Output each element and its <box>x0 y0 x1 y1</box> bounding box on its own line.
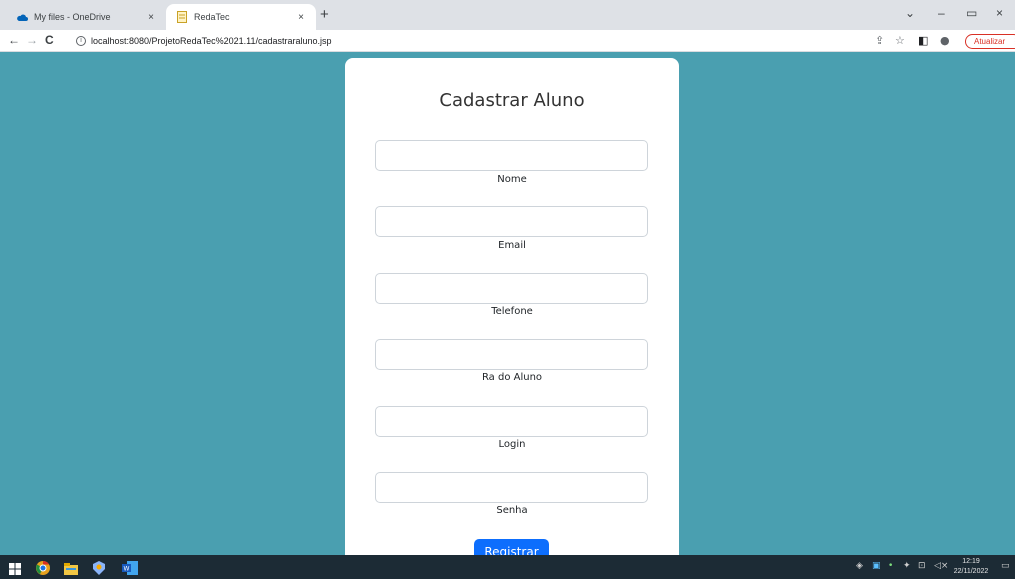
telefone-input[interactable] <box>375 273 648 304</box>
windows-start-icon[interactable] <box>9 560 23 575</box>
email-input[interactable] <box>375 206 648 237</box>
hidden-icons-icon[interactable]: • <box>888 561 893 571</box>
tab-redatec[interactable]: RedaTec × <box>166 4 316 30</box>
tab-close-icon[interactable]: × <box>294 12 308 23</box>
page-favicon-icon <box>176 11 188 23</box>
screen: My files - OneDrive × RedaTec × + ⌄ – ▭ … <box>0 0 1015 579</box>
forward-button[interactable]: → <box>26 33 38 47</box>
svg-text:W: W <box>124 566 130 573</box>
windows-taskbar: W ◈ ▣ • ✦ ⊡ ◁× 12:19 22/11/2022 ▭ <box>0 555 1015 579</box>
tab-search-icon[interactable]: ⌄ <box>905 6 915 20</box>
close-window-button[interactable]: × <box>996 6 1003 20</box>
update-label: Atualizar <box>974 37 1006 46</box>
new-tab-button[interactable]: + <box>320 6 329 23</box>
share-icon[interactable]: ⇪ <box>875 34 884 47</box>
network-tray-icon[interactable]: ✦ <box>903 561 911 571</box>
more-menu-icon: ⋮ <box>1011 37 1015 46</box>
app-tray-icon[interactable]: ▣ <box>872 561 881 571</box>
minimize-button[interactable]: – <box>938 6 945 20</box>
word-icon[interactable]: W <box>122 560 138 575</box>
update-button[interactable]: Atualizar ⋮ <box>965 34 1015 49</box>
profile-avatar-icon[interactable]: ● <box>940 34 950 47</box>
nome-input[interactable] <box>375 140 648 171</box>
tab-strip: My files - OneDrive × RedaTec × + ⌄ – ▭ … <box>0 0 1015 30</box>
security-tray-icon[interactable]: ◈ <box>856 561 863 571</box>
file-explorer-icon[interactable] <box>64 560 78 575</box>
telefone-label: Telefone <box>491 306 533 317</box>
url-text: localhost:8080/ProjetoRedaTec%2021.11/ca… <box>91 36 332 46</box>
browser-toolbar: ← → C i localhost:8080/ProjetoRedaTec%20… <box>0 30 1015 52</box>
clock-time: 12:19 <box>962 558 980 565</box>
email-label: Email <box>498 240 526 251</box>
tab-title: My files - OneDrive <box>34 12 111 22</box>
app-shield-icon[interactable] <box>93 560 107 575</box>
senha-label: Senha <box>496 505 528 516</box>
back-button[interactable]: ← <box>8 33 20 47</box>
ra-aluno-label: Ra do Aluno <box>481 372 543 383</box>
site-info-icon[interactable]: i <box>76 36 86 46</box>
system-clock[interactable]: 12:19 22/11/2022 <box>950 557 992 577</box>
side-panel-icon[interactable]: ◧ <box>918 34 928 47</box>
display-tray-icon[interactable]: ⊡ <box>918 561 926 571</box>
address-bar[interactable]: i localhost:8080/ProjetoRedaTec%2021.11/… <box>76 33 332 49</box>
clock-date: 22/11/2022 <box>953 568 989 575</box>
nome-label: Nome <box>497 174 527 185</box>
login-input[interactable] <box>375 406 648 437</box>
senha-input[interactable] <box>375 472 648 503</box>
reload-button[interactable]: C <box>45 33 54 47</box>
register-card: Cadastrar Aluno Nome Email Telefone Ra d… <box>345 58 679 578</box>
page-title: Cadastrar Aluno <box>439 90 585 111</box>
ra-aluno-input[interactable] <box>375 339 648 370</box>
bookmark-star-icon[interactable]: ☆ <box>895 34 905 47</box>
volume-icon[interactable]: ◁× <box>934 561 948 571</box>
notifications-icon[interactable]: ▭ <box>1001 561 1010 571</box>
tab-title: RedaTec <box>194 12 230 22</box>
tab-onedrive[interactable]: My files - OneDrive × <box>6 4 166 30</box>
onedrive-cloud-icon <box>16 11 28 23</box>
tab-close-icon[interactable]: × <box>144 12 158 23</box>
login-label: Login <box>498 439 526 450</box>
chrome-icon[interactable] <box>36 560 50 575</box>
restore-button[interactable]: ▭ <box>966 6 977 20</box>
